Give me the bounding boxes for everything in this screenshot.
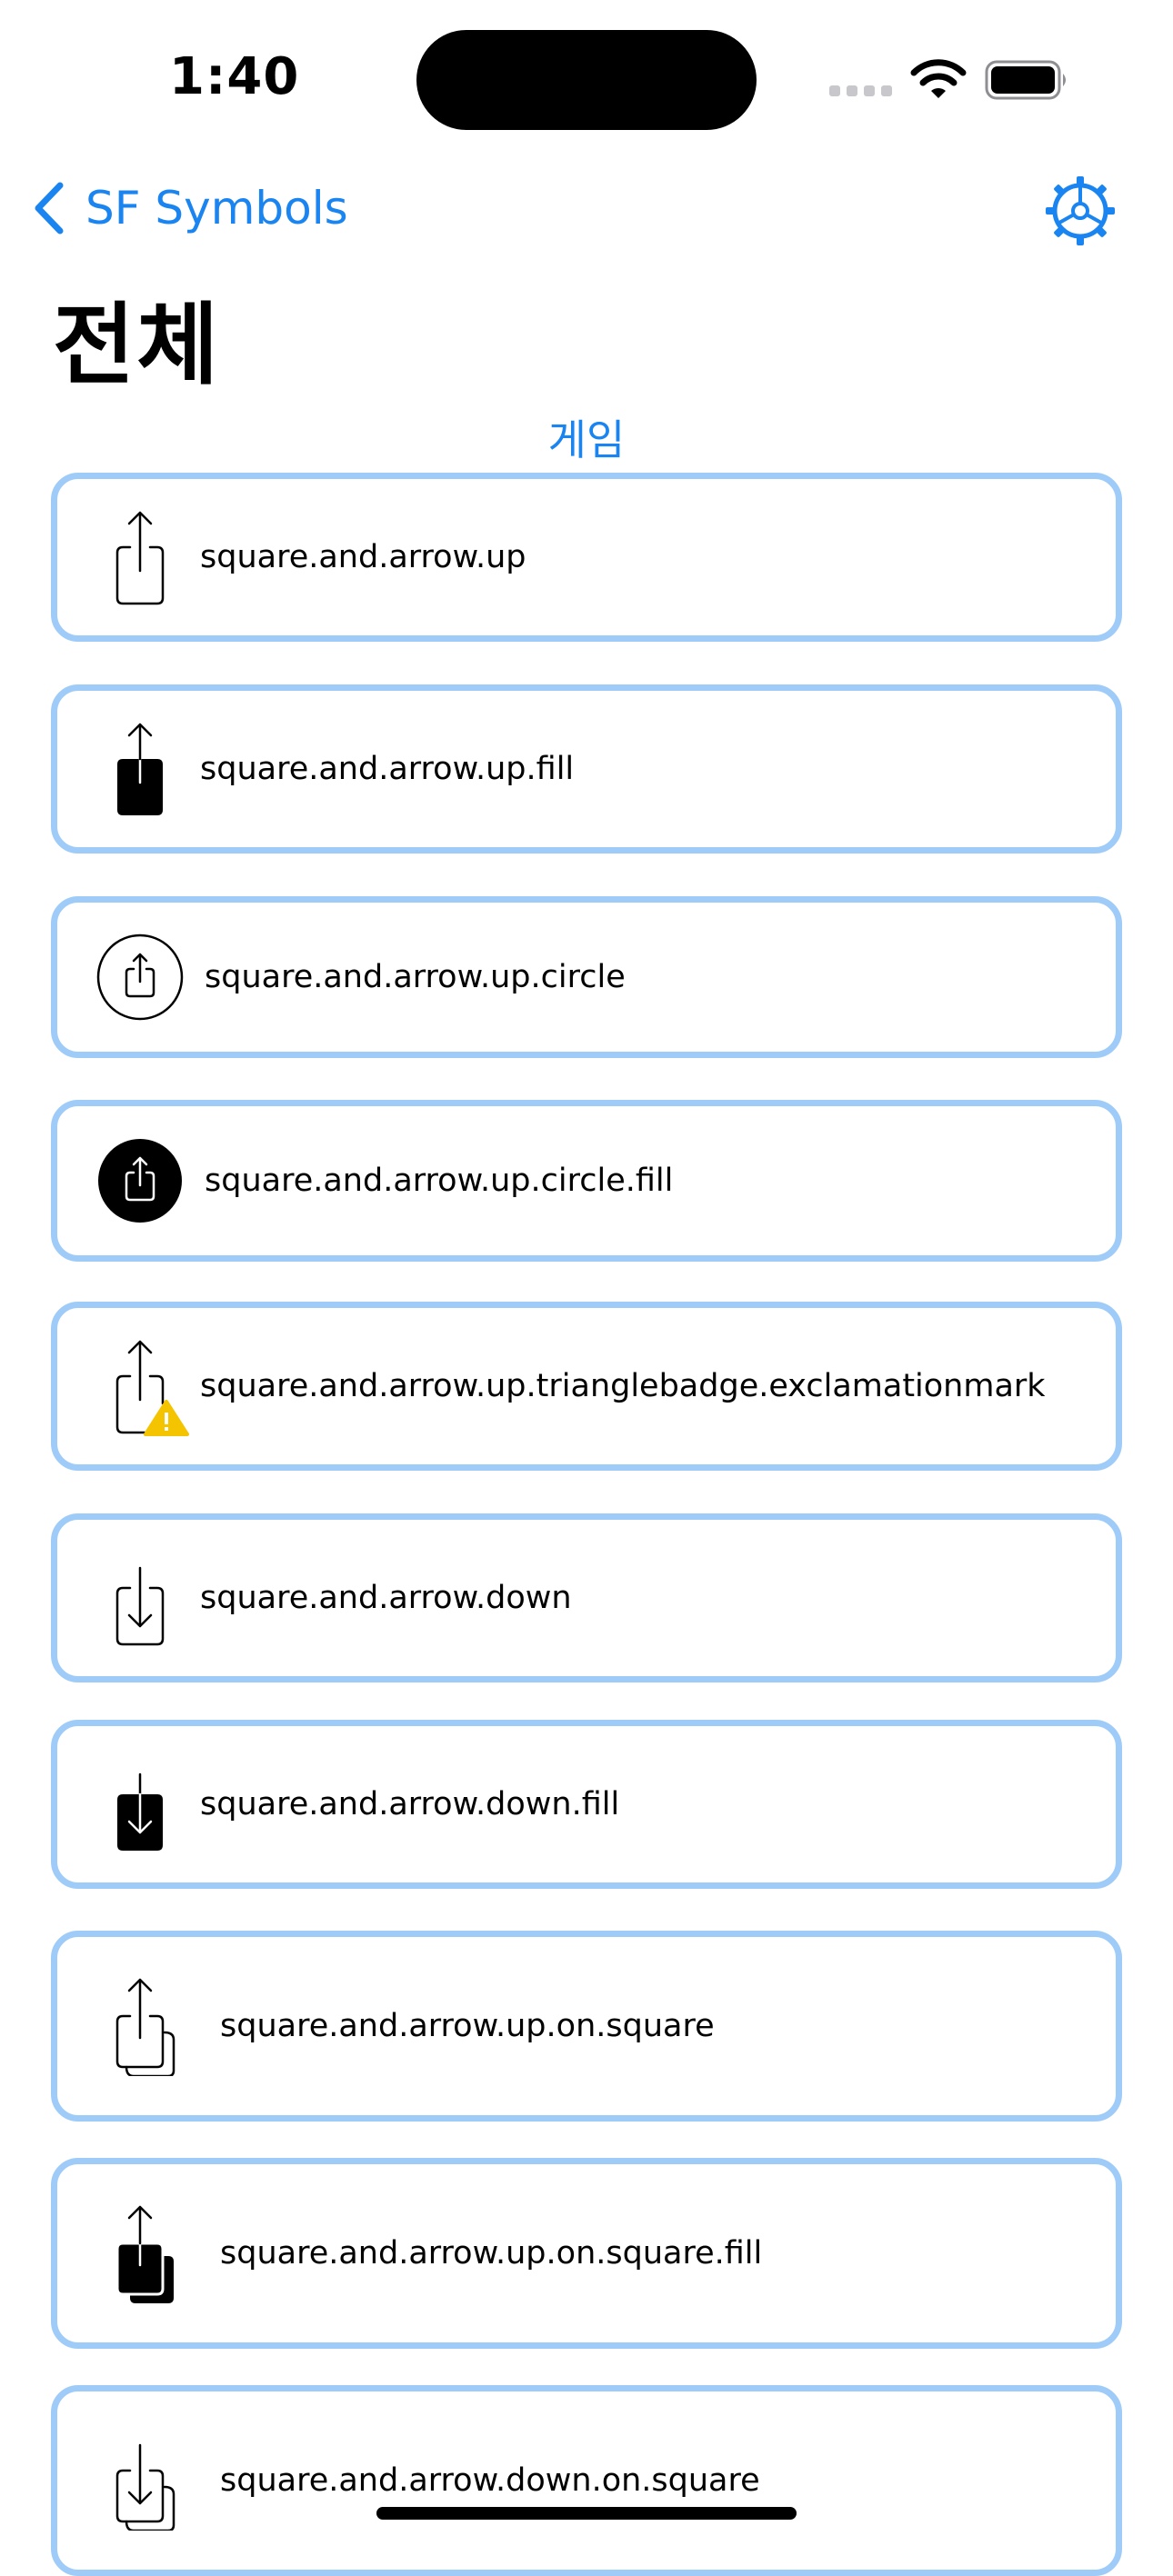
symbol-row[interactable]: square.and.arrow.up: [51, 473, 1122, 642]
square-and-arrow-up-icon: [115, 511, 165, 605]
back-button-label: SF Symbols: [85, 182, 348, 235]
square-and-arrow-up-circle-fill-icon: [98, 1139, 182, 1223]
square-and-arrow-up-circle-icon: [96, 934, 184, 1021]
symbol-row[interactable]: square.and.arrow.down: [51, 1513, 1122, 1682]
square-and-arrow-down-on-square-icon: [115, 2443, 175, 2531]
symbol-row[interactable]: square.and.arrow.up.fill: [51, 684, 1122, 854]
symbol-name: square.and.arrow.up.on.square: [220, 2008, 715, 2044]
symbol-row[interactable]: square.and.arrow.down.on.square: [51, 2385, 1122, 2576]
square-and-arrow-down-icon: [115, 1566, 165, 1646]
symbol-name: square.and.arrow.up.circle.fill: [205, 1163, 674, 1199]
gear-icon[interactable]: [1044, 175, 1117, 247]
symbol-row[interactable]: square.and.arrow.up.circle: [51, 896, 1122, 1058]
page-title: 전체: [53, 294, 221, 397]
symbol-name: square.and.arrow.up.on.square.fill: [220, 2235, 763, 2271]
symbol-row[interactable]: square.and.arrow.up.on.square: [51, 1931, 1122, 2122]
back-button[interactable]: SF Symbols: [33, 176, 348, 240]
symbol-row[interactable]: square.and.arrow.up.on.square.fill: [51, 2158, 1122, 2349]
symbol-row[interactable]: square.and.arrow.up.trianglebadge.exclam…: [51, 1302, 1122, 1471]
symbol-name: square.and.arrow.down.on.square: [220, 2462, 760, 2499]
symbol-name: square.and.arrow.up: [200, 539, 526, 575]
battery-icon: [985, 60, 1066, 100]
square-and-arrow-up-on-square-icon: [115, 1978, 175, 2076]
square-and-arrow-up-trianglebadge-exclamationmark-icon: [115, 1340, 189, 1436]
symbol-name: square.and.arrow.up.trianglebadge.exclam…: [200, 1368, 1046, 1404]
symbol-name: square.and.arrow.up.circle: [205, 959, 626, 995]
symbol-row[interactable]: square.and.arrow.down.fill: [51, 1720, 1122, 1889]
dynamic-island: [416, 30, 757, 130]
square-and-arrow-up-on-square-fill-icon: [115, 2205, 174, 2303]
chevron-left-icon: [35, 182, 64, 235]
symbol-name: square.and.arrow.down: [200, 1580, 572, 1616]
symbol-name: square.and.arrow.up.fill: [200, 751, 575, 787]
symbol-name: square.and.arrow.down.fill: [200, 1786, 620, 1822]
status-time: 1:40: [169, 47, 300, 106]
section-header[interactable]: 게임: [0, 407, 1173, 467]
square-and-arrow-down-fill-icon: [117, 1772, 163, 1851]
symbol-row[interactable]: square.and.arrow.up.circle.fill: [51, 1100, 1122, 1262]
wifi-icon: [910, 59, 967, 98]
home-indicator[interactable]: [376, 2507, 797, 2520]
cellular-signal-icon: [829, 85, 893, 96]
square-and-arrow-up-fill-icon: [117, 723, 163, 815]
